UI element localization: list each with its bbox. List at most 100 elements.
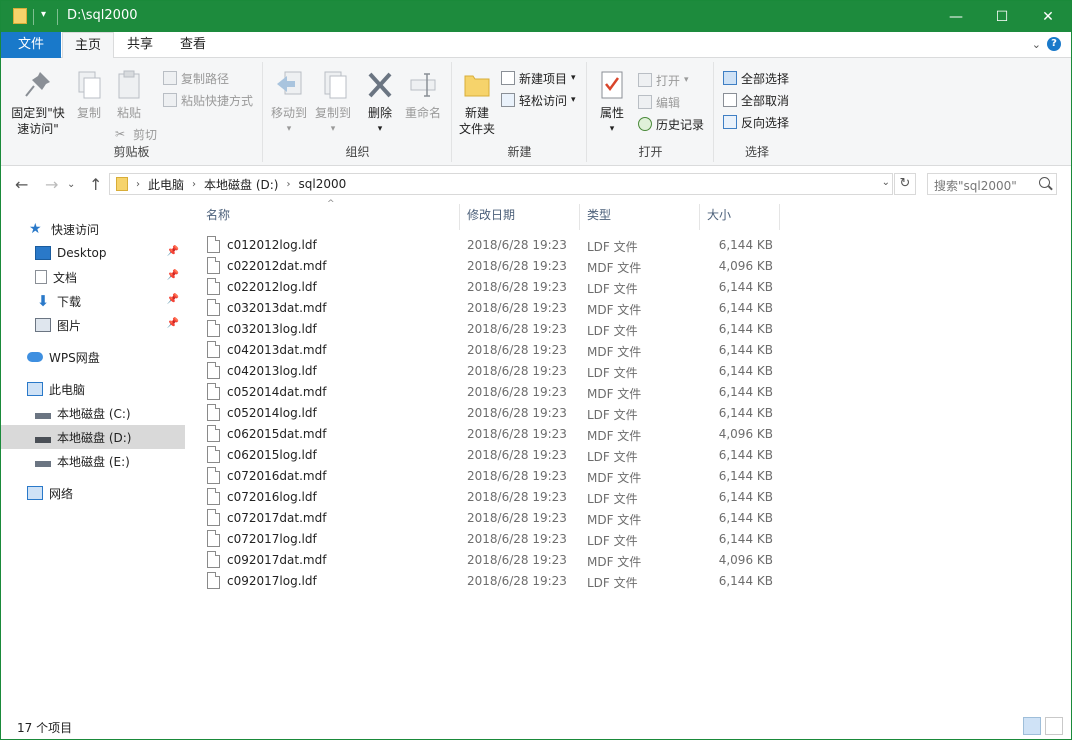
table-row[interactable]: c072017dat.mdf 2018/6/28 19:23 MDF 文件 6,144… bbox=[203, 508, 773, 529]
paste-shortcut-icon bbox=[163, 93, 177, 107]
open-button[interactable]: 打开 ▾ bbox=[638, 70, 689, 90]
copy-to-button[interactable]: 复制到 ▾ bbox=[312, 64, 354, 137]
column-divider[interactable] bbox=[579, 204, 580, 230]
paste-shortcut-button[interactable]: 粘贴快捷方式 bbox=[163, 90, 253, 110]
table-row[interactable]: c032013log.ldf 2018/6/28 19:23 LDF 文件 6,144… bbox=[203, 319, 773, 340]
table-row[interactable]: c042013dat.mdf 2018/6/28 19:23 MDF 文件 6,144… bbox=[203, 340, 773, 361]
tab-view[interactable]: 查看 bbox=[168, 32, 218, 58]
column-header-date[interactable]: 修改日期 bbox=[467, 207, 515, 231]
recent-locations-chevron-icon[interactable]: ⌄ bbox=[67, 179, 75, 190]
pin-icon[interactable]: 📌 bbox=[167, 246, 179, 257]
nav-documents[interactable]: 文档 📌 bbox=[1, 265, 185, 289]
pin-icon[interactable]: 📌 bbox=[167, 270, 179, 281]
column-divider[interactable] bbox=[699, 204, 700, 230]
easy-access-button[interactable]: 轻松访问 ▾ bbox=[501, 90, 576, 110]
new-item-button[interactable]: 新建项目 ▾ bbox=[501, 68, 576, 88]
tab-share[interactable]: 共享 bbox=[115, 32, 165, 58]
item-count: 17 个项目 bbox=[17, 721, 73, 735]
properties-button[interactable]: 属性 ▾ bbox=[592, 64, 632, 137]
copy-button[interactable]: 复制 bbox=[71, 64, 107, 121]
nav-pictures[interactable]: 图片 📌 bbox=[1, 313, 185, 337]
pin-icon[interactable]: 📌 bbox=[167, 294, 179, 305]
window-title: D:\sql2000 bbox=[67, 8, 138, 23]
move-to-button[interactable]: 移动到 ▾ bbox=[268, 64, 310, 137]
table-row[interactable]: c072017log.ldf 2018/6/28 19:23 LDF 文件 6,144… bbox=[203, 529, 773, 550]
nav-drive-d[interactable]: 本地磁盘 (D:) bbox=[1, 425, 185, 449]
file-date: 2018/6/28 19:23 bbox=[467, 406, 567, 420]
pin-quick-access-button[interactable]: 固定到"快 速访问" bbox=[7, 64, 69, 137]
maximize-button[interactable]: ☐ bbox=[979, 1, 1025, 32]
paste-button[interactable]: 粘贴 bbox=[111, 64, 147, 121]
nav-drive-e[interactable]: 本地磁盘 (E:) bbox=[1, 449, 185, 473]
new-folder-label-2: 文件夹 bbox=[458, 122, 495, 136]
nav-downloads[interactable]: ⬇ 下载 📌 bbox=[1, 289, 185, 313]
table-row[interactable]: c032013dat.mdf 2018/6/28 19:23 MDF 文件 6,144… bbox=[203, 298, 773, 319]
nav-wps-cloud[interactable]: WPS网盘 bbox=[1, 345, 185, 369]
select-none-button[interactable]: 全部取消 bbox=[723, 90, 789, 110]
table-row[interactable]: c092017dat.mdf 2018/6/28 19:23 MDF 文件 4,096… bbox=[203, 550, 773, 571]
table-row[interactable]: c052014log.ldf 2018/6/28 19:23 LDF 文件 6,144… bbox=[203, 403, 773, 424]
nav-network[interactable]: 网络 bbox=[1, 481, 185, 505]
details-view-icon[interactable] bbox=[1023, 717, 1041, 735]
table-row[interactable]: c012012log.ldf 2018/6/28 19:23 LDF 文件 6,144… bbox=[203, 235, 773, 256]
column-divider[interactable] bbox=[779, 204, 780, 230]
divider bbox=[57, 9, 58, 25]
rename-button[interactable]: 重命名 bbox=[402, 64, 444, 121]
tab-file[interactable]: 文件 bbox=[1, 32, 61, 58]
close-button[interactable]: ✕ bbox=[1025, 1, 1071, 32]
minimize-button[interactable]: — bbox=[933, 1, 979, 32]
pin-icon[interactable]: 📌 bbox=[167, 318, 179, 329]
table-row[interactable]: c072016log.ldf 2018/6/28 19:23 LDF 文件 6,144… bbox=[203, 487, 773, 508]
table-row[interactable]: c042013log.ldf 2018/6/28 19:23 LDF 文件 6,144… bbox=[203, 361, 773, 382]
breadcrumb-drive-d[interactable]: 本地磁盘 (D:) bbox=[204, 176, 278, 193]
ribbon-expand-icon[interactable]: ⌄ bbox=[1032, 38, 1041, 51]
refresh-icon[interactable]: ↻ bbox=[894, 173, 916, 195]
back-arrow-icon[interactable]: ← bbox=[15, 175, 28, 194]
copy-icon bbox=[73, 68, 105, 102]
table-row[interactable]: c052014dat.mdf 2018/6/28 19:23 MDF 文件 6,144… bbox=[203, 382, 773, 403]
column-divider[interactable] bbox=[459, 204, 460, 230]
cut-button[interactable]: ✂ 剪切 bbox=[115, 124, 157, 144]
table-row[interactable]: c062015log.ldf 2018/6/28 19:23 LDF 文件 6,144… bbox=[203, 445, 773, 466]
table-row[interactable]: c022012log.ldf 2018/6/28 19:23 LDF 文件 6,144… bbox=[203, 277, 773, 298]
search-input[interactable]: 搜索"sql2000" bbox=[927, 173, 1057, 195]
edit-button[interactable]: 编辑 bbox=[638, 92, 680, 112]
column-header-type[interactable]: 类型 bbox=[587, 207, 611, 231]
star-icon: ★ bbox=[29, 221, 42, 237]
invert-selection-button[interactable]: 反向选择 bbox=[723, 112, 789, 132]
table-row[interactable]: c062015dat.mdf 2018/6/28 19:23 MDF 文件 4,096… bbox=[203, 424, 773, 445]
address-bar[interactable]: › 此电脑 › 本地磁盘 (D:) › sql2000 ⌄ bbox=[109, 173, 893, 195]
chevron-right-icon: › bbox=[286, 178, 291, 190]
help-icon[interactable]: ? bbox=[1047, 37, 1061, 51]
nav-drive-c[interactable]: 本地磁盘 (C:) bbox=[1, 401, 185, 425]
up-arrow-icon[interactable]: ↑ bbox=[89, 175, 102, 194]
tab-home[interactable]: 主页 bbox=[62, 32, 115, 59]
clipboard-group: 固定到"快 速访问" 复制 粘贴 ✂ 剪切 复制路径 粘贴快捷方式 剪贴板 bbox=[1, 62, 263, 162]
history-button[interactable]: 历史记录 bbox=[638, 114, 704, 134]
large-icons-view-icon[interactable] bbox=[1045, 717, 1063, 735]
file-icon bbox=[207, 488, 220, 505]
table-row[interactable]: c072016dat.mdf 2018/6/28 19:23 MDF 文件 6,144… bbox=[203, 466, 773, 487]
breadcrumb-sql2000[interactable]: sql2000 bbox=[298, 177, 346, 191]
copy-path-button[interactable]: 复制路径 bbox=[163, 68, 229, 88]
quick-access-dropdown-icon[interactable]: ▾ bbox=[41, 9, 46, 20]
table-row[interactable]: c092017log.ldf 2018/6/28 19:23 LDF 文件 6,144… bbox=[203, 571, 773, 592]
column-header-name[interactable]: 名称 bbox=[206, 207, 230, 231]
ribbon: 固定到"快 速访问" 复制 粘贴 ✂ 剪切 复制路径 粘贴快捷方式 剪贴板 移动… bbox=[1, 58, 1071, 166]
file-name: c012012log.ldf bbox=[227, 238, 317, 252]
forward-arrow-icon[interactable]: → bbox=[45, 175, 58, 194]
file-type: MDF 文件 bbox=[587, 303, 642, 317]
new-folder-button[interactable]: 新建 文件夹 bbox=[455, 64, 499, 137]
delete-button[interactable]: 删除 ▾ bbox=[362, 64, 398, 137]
nav-quick-access[interactable]: ★ 快速访问 bbox=[1, 217, 185, 241]
nav-this-pc[interactable]: 此电脑 bbox=[1, 377, 185, 401]
table-row[interactable]: c022012dat.mdf 2018/6/28 19:23 MDF 文件 4,096… bbox=[203, 256, 773, 277]
file-size: 6,144 KB bbox=[718, 532, 773, 546]
chevron-down-icon[interactable]: ⌄ bbox=[882, 177, 890, 188]
file-type: LDF 文件 bbox=[587, 366, 638, 380]
column-header-size[interactable]: 大小 bbox=[707, 207, 731, 231]
nav-desktop[interactable]: Desktop 📌 bbox=[1, 241, 185, 265]
easy-access-label: 轻松访问 bbox=[519, 93, 568, 108]
breadcrumb-this-pc[interactable]: 此电脑 bbox=[148, 176, 184, 193]
select-all-button[interactable]: 全部选择 bbox=[723, 68, 789, 88]
